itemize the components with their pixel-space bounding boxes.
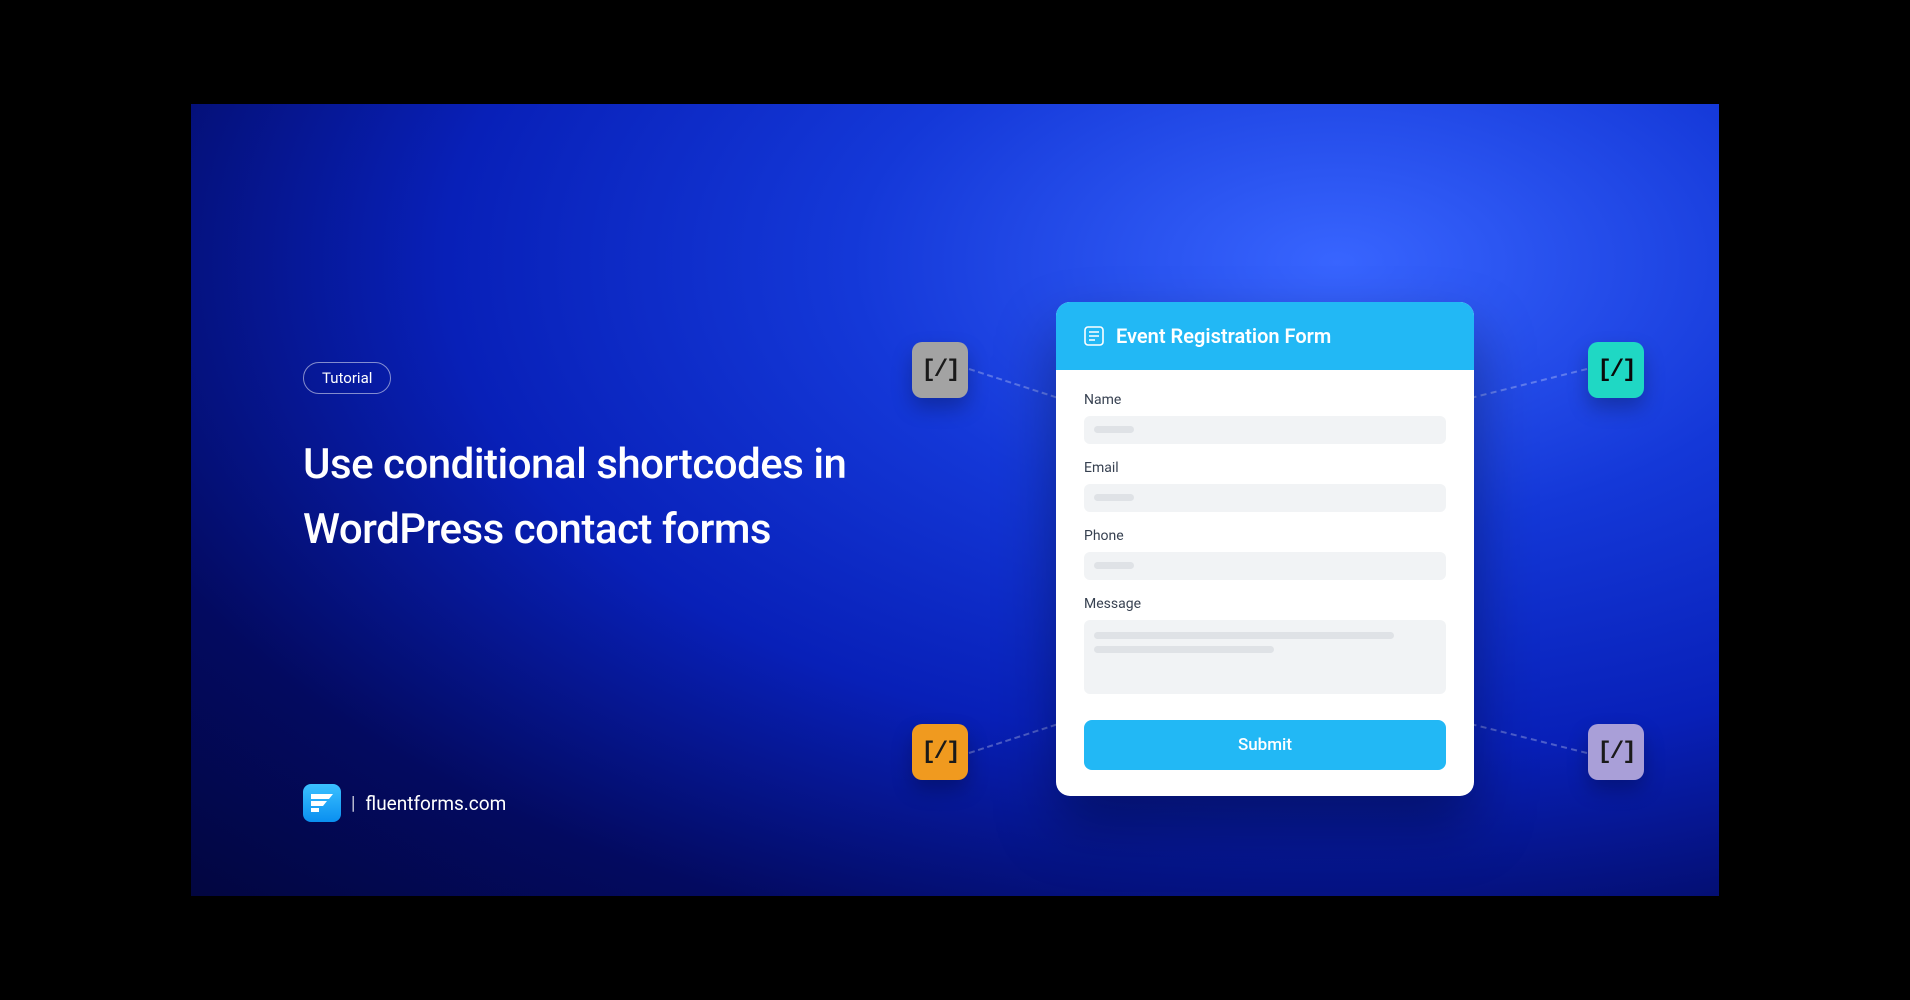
field-phone: Phone [1084, 528, 1446, 580]
brand-separator: | [351, 793, 355, 814]
field-label: Phone [1084, 528, 1446, 544]
shortcode-icon: [/] [1588, 724, 1644, 780]
phone-input[interactable] [1084, 552, 1446, 580]
field-label: Message [1084, 596, 1446, 612]
brand-text: fluentforms.com [365, 792, 506, 815]
submit-button[interactable]: Submit [1084, 720, 1446, 770]
headline: Use conditional shortcodes in WordPress … [303, 432, 863, 562]
field-label: Name [1084, 392, 1446, 408]
name-input[interactable] [1084, 416, 1446, 444]
email-input[interactable] [1084, 484, 1446, 512]
form-body: Name Email Phone Message Submit [1056, 370, 1474, 796]
message-textarea[interactable] [1084, 620, 1446, 694]
connector-line [1470, 723, 1587, 754]
field-email: Email [1084, 460, 1446, 512]
form-header: Event Registration Form [1056, 302, 1474, 370]
category-tag: Tutorial [303, 362, 391, 394]
shortcode-icon: [/] [1588, 342, 1644, 398]
brand-row: | fluentforms.com [303, 784, 506, 822]
field-label: Email [1084, 460, 1446, 476]
fluentforms-logo-icon [303, 784, 341, 822]
left-content: Tutorial Use conditional shortcodes in W… [303, 362, 863, 562]
form-card: Event Registration Form Name Email Phone… [1056, 302, 1474, 796]
hero-banner: Tutorial Use conditional shortcodes in W… [191, 104, 1719, 896]
shortcode-icon: [/] [912, 342, 968, 398]
connector-line [969, 368, 1057, 398]
connector-line [969, 724, 1057, 754]
shortcode-icon: [/] [912, 724, 968, 780]
form-icon [1084, 326, 1104, 346]
field-message: Message [1084, 596, 1446, 694]
connector-line [1470, 368, 1587, 399]
field-name: Name [1084, 392, 1446, 444]
form-title: Event Registration Form [1116, 324, 1331, 348]
